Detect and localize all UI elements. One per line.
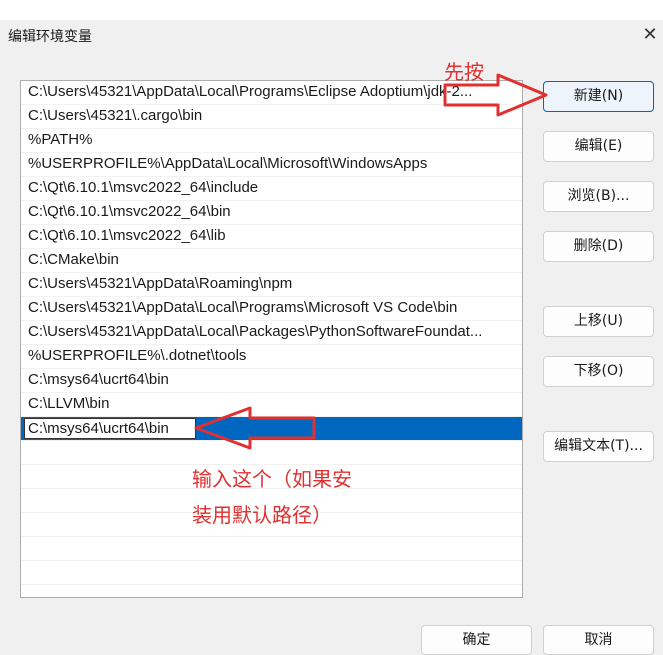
list-item[interactable]: C:\Users\45321\AppData\Local\Programs\Mi… (21, 297, 522, 321)
list-item[interactable]: C:\Qt\6.10.1\msvc2022_64\include (21, 177, 522, 201)
top-strip (0, 0, 663, 20)
annotation-input-hint-1: 输入这个（如果安 (192, 467, 352, 491)
path-text: C:\msys64\ucrt64\bin (28, 371, 169, 388)
new-button[interactable]: 新建(N) (543, 81, 654, 112)
path-text: C:\Users\45321\AppData\Local\Programs\Mi… (28, 299, 458, 316)
list-item[interactable]: C:\Qt\6.10.1\msvc2022_64\bin (21, 201, 522, 225)
list-item[interactable]: C:\Qt\6.10.1\msvc2022_64\lib (21, 225, 522, 249)
ok-button[interactable]: 确定 (421, 625, 532, 655)
path-text: C:\Qt\6.10.1\msvc2022_64\bin (28, 203, 231, 220)
edit-button[interactable]: 编辑(E) (543, 131, 654, 162)
path-text: C:\CMake\bin (28, 251, 119, 268)
window-title: 编辑环境变量 (8, 29, 92, 45)
move-down-button[interactable]: 下移(O) (543, 356, 654, 387)
path-text: C:\Qt\6.10.1\msvc2022_64\include (28, 179, 259, 196)
browse-button[interactable]: 浏览(B)... (543, 181, 654, 212)
edit-text-button[interactable]: 编辑文本(T)... (543, 431, 654, 462)
list-item[interactable]: C:\CMake\bin (21, 249, 522, 273)
annotation-input-hint-2: 装用默认路径） (192, 503, 332, 527)
arrow-to-new-icon (443, 73, 548, 117)
empty-row[interactable] (21, 537, 522, 561)
list-item[interactable]: %PATH% (21, 129, 522, 153)
arrow-to-input-icon (194, 406, 316, 450)
cancel-button[interactable]: 取消 (543, 625, 654, 655)
path-edit-value: C:\msys64\ucrt64\bin (28, 420, 169, 437)
path-text: %USERPROFILE%\.dotnet\tools (28, 347, 247, 364)
list-item[interactable]: %USERPROFILE%\AppData\Local\Microsoft\Wi… (21, 153, 522, 177)
list-item[interactable]: C:\Users\45321\AppData\Roaming\npm (21, 273, 522, 297)
close-icon[interactable]: ✕ (640, 24, 660, 45)
path-edit-input[interactable]: C:\msys64\ucrt64\bin (24, 418, 196, 439)
path-text: C:\Qt\6.10.1\msvc2022_64\lib (28, 227, 226, 244)
delete-button[interactable]: 删除(D) (543, 231, 654, 262)
list-item[interactable]: C:\Users\45321\AppData\Local\Packages\Py… (21, 321, 522, 345)
list-item[interactable]: C:\msys64\ucrt64\bin (21, 369, 522, 393)
list-item[interactable]: %USERPROFILE%\.dotnet\tools (21, 345, 522, 369)
title-bar (0, 20, 663, 50)
path-text: C:\Users\45321\AppData\Local\Packages\Py… (28, 323, 483, 340)
path-text: %PATH% (28, 131, 93, 148)
path-text: C:\Users\45321\AppData\Roaming\npm (28, 275, 293, 292)
move-up-button[interactable]: 上移(U) (543, 306, 654, 337)
path-text: %USERPROFILE%\AppData\Local\Microsoft\Wi… (28, 155, 428, 172)
empty-row[interactable] (21, 561, 522, 585)
